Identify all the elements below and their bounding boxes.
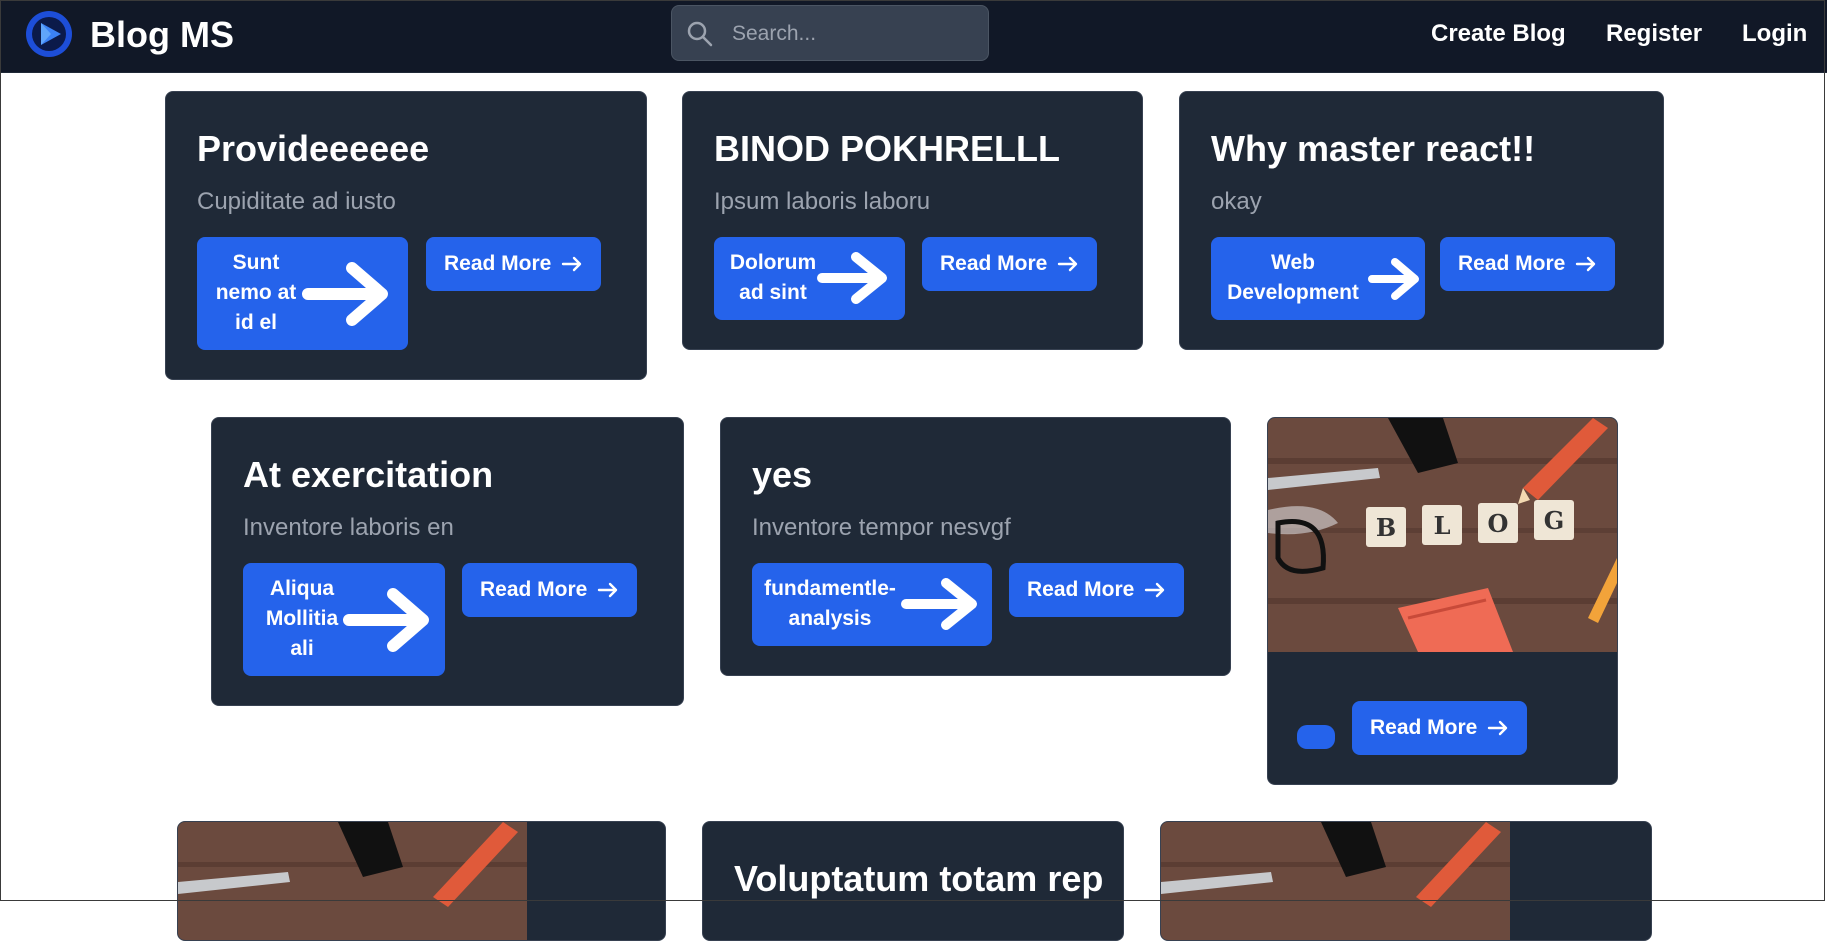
arrow-right-icon xyxy=(1368,258,1419,300)
category-tag[interactable]: fundamentle-analysis xyxy=(752,563,992,646)
card-title: BINOD POKHRELLL xyxy=(714,128,1060,169)
blog-letter-b: B xyxy=(1376,513,1396,542)
blog-card: yes Inventore tempor nesvgf fundamentle-… xyxy=(720,417,1231,676)
blog-letter-l: L xyxy=(1434,511,1451,540)
blog-card: BINOD POKHRELLL Ipsum laboris laboru Dol… xyxy=(682,91,1143,350)
card-title: Why master react!! xyxy=(1211,128,1536,169)
arrow-right-icon xyxy=(1145,582,1165,598)
read-more-label: Read More xyxy=(1458,252,1566,275)
read-more-label: Read More xyxy=(940,252,1048,275)
read-more-button[interactable]: Read More xyxy=(1440,237,1616,291)
read-more-label: Read More xyxy=(444,252,552,275)
arrow-right-icon xyxy=(1488,720,1508,736)
blog-cover-image: B L O G xyxy=(1268,418,1617,652)
blog-card-with-image xyxy=(177,821,666,941)
card-subtitle: Inventore tempor nesvgf xyxy=(752,514,1011,541)
blog-logo-icon[interactable] xyxy=(25,10,73,58)
read-more-label: Read More xyxy=(480,578,588,601)
search-box[interactable] xyxy=(671,5,989,62)
nav-create-blog[interactable]: Create Blog xyxy=(1431,18,1566,50)
read-more-button[interactable]: Read More xyxy=(922,237,1098,291)
card-title: Voluptatum totam rep xyxy=(734,858,1104,899)
blog-letter-g: G xyxy=(1544,506,1565,535)
tag-label: fundamentle-analysis xyxy=(764,577,896,630)
blog-cover-image xyxy=(1161,822,1510,940)
category-tag[interactable]: Dolorum ad sint xyxy=(714,237,905,320)
card-subtitle: Ipsum laboris laboru xyxy=(714,188,931,215)
blog-card: Provideeeeee Cupiditate ad iusto Sunt ne… xyxy=(165,91,647,380)
arrow-right-icon xyxy=(343,588,429,652)
arrow-right-icon xyxy=(302,262,388,326)
arrow-right-icon xyxy=(562,256,582,272)
read-more-button[interactable]: Read More xyxy=(462,563,638,617)
nav-register[interactable]: Register xyxy=(1606,18,1702,50)
arrow-right-icon xyxy=(1576,256,1596,272)
read-more-label: Read More xyxy=(1370,716,1478,739)
nav-login[interactable]: Login xyxy=(1742,18,1807,50)
read-more-label: Read More xyxy=(1027,578,1135,601)
card-title: yes xyxy=(752,454,813,495)
arrow-right-icon xyxy=(901,578,977,630)
category-tag[interactable]: Aliqua Mollitia ali xyxy=(243,563,445,676)
blog-card-with-image xyxy=(1160,821,1652,941)
brand-title[interactable]: Blog MS xyxy=(90,13,234,57)
card-subtitle: Cupiditate ad iusto xyxy=(197,188,396,215)
tag-label: Dolorum ad sint xyxy=(729,251,817,304)
category-tag-empty[interactable] xyxy=(1297,725,1335,749)
blog-card: Voluptatum totam rep xyxy=(702,821,1124,941)
arrow-right-icon xyxy=(598,582,618,598)
blog-cover-image xyxy=(178,822,527,940)
blog-card: Why master react!! okay Web Development … xyxy=(1179,91,1664,350)
card-subtitle: Inventore laboris en xyxy=(243,514,454,541)
read-more-button[interactable]: Read More xyxy=(426,237,602,291)
read-more-button[interactable]: Read More xyxy=(1352,701,1528,755)
category-tag[interactable]: Sunt nemo at id el xyxy=(197,237,408,350)
tag-label: Web Development xyxy=(1227,251,1359,304)
navbar: Blog MS Create Blog Register Login xyxy=(0,0,1827,73)
card-title: At exercitation xyxy=(243,454,494,495)
blog-card-with-image: B L O G Read More xyxy=(1267,417,1618,785)
card-subtitle: okay xyxy=(1211,188,1262,215)
read-more-button[interactable]: Read More xyxy=(1009,563,1185,617)
arrow-right-icon xyxy=(1058,256,1078,272)
category-tag[interactable]: Web Development xyxy=(1211,237,1425,320)
blog-letter-o: O xyxy=(1488,509,1509,538)
tag-label: Sunt nemo at id el xyxy=(215,251,297,334)
arrow-right-icon xyxy=(817,252,887,304)
search-input[interactable] xyxy=(730,6,984,62)
blog-card: At exercitation Inventore laboris en Ali… xyxy=(211,417,684,706)
card-title: Provideeeeee xyxy=(197,128,430,169)
search-icon xyxy=(687,21,713,47)
tag-label: Aliqua Mollitia ali xyxy=(265,577,339,660)
